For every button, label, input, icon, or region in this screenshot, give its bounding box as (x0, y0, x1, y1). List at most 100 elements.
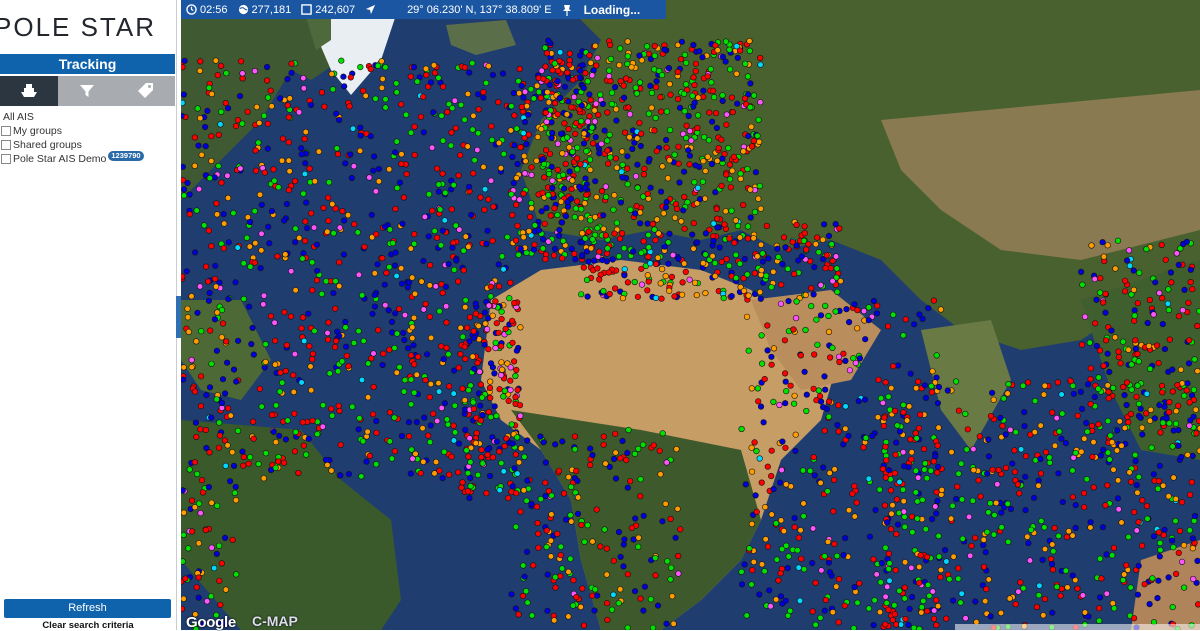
vessel-marker[interactable] (1186, 361, 1192, 367)
vessel-marker[interactable] (257, 386, 263, 392)
vessel-marker[interactable] (1109, 553, 1115, 559)
vessel-marker[interactable] (635, 446, 641, 452)
vessel-marker[interactable] (1176, 313, 1182, 319)
vessel-marker[interactable] (973, 599, 979, 605)
vessel-marker[interactable] (398, 266, 404, 272)
vessel-marker[interactable] (675, 506, 681, 512)
vessel-marker[interactable] (1001, 396, 1007, 402)
vessel-marker[interactable] (783, 445, 789, 451)
vessel-marker[interactable] (703, 168, 709, 174)
vessel-marker[interactable] (522, 574, 528, 580)
vessel-marker[interactable] (375, 63, 381, 69)
vessel-marker[interactable] (303, 200, 309, 206)
vessel-marker[interactable] (971, 446, 977, 452)
vessel-marker[interactable] (874, 311, 880, 317)
vessel-marker[interactable] (783, 543, 789, 549)
vessel-marker[interactable] (1025, 380, 1031, 386)
vessel-marker[interactable] (854, 326, 860, 332)
vessel-marker[interactable] (443, 304, 449, 310)
vessel-marker[interactable] (1173, 496, 1179, 502)
vessel-marker[interactable] (548, 554, 554, 560)
vessel-marker[interactable] (1097, 595, 1103, 601)
vessel-marker[interactable] (572, 131, 578, 137)
vessel-marker[interactable] (737, 235, 743, 241)
vessel-marker[interactable] (1179, 499, 1185, 505)
vessel-marker[interactable] (360, 439, 366, 445)
vessel-marker[interactable] (518, 325, 524, 331)
vessel-marker[interactable] (579, 230, 585, 236)
vessel-marker[interactable] (684, 123, 690, 129)
vessel-marker[interactable] (1157, 290, 1163, 296)
vessel-marker[interactable] (450, 105, 456, 111)
vessel-marker[interactable] (573, 256, 579, 262)
vessel-marker[interactable] (765, 323, 771, 329)
vessel-marker[interactable] (467, 475, 473, 481)
vessel-marker[interactable] (196, 595, 202, 601)
vessel-marker[interactable] (756, 196, 762, 202)
vessel-marker[interactable] (383, 65, 389, 71)
vessel-marker[interactable] (233, 280, 239, 286)
vessel-marker[interactable] (592, 119, 598, 125)
vessel-marker[interactable] (641, 239, 647, 245)
vessel-marker[interactable] (428, 381, 434, 387)
vessel-marker[interactable] (235, 245, 241, 251)
vessel-marker[interactable] (1047, 455, 1053, 461)
vessel-marker[interactable] (206, 484, 212, 490)
vessel-marker[interactable] (714, 216, 720, 222)
vessel-marker[interactable] (658, 281, 664, 287)
vessel-marker[interactable] (302, 238, 308, 244)
vessel-marker[interactable] (745, 74, 751, 80)
vessel-marker[interactable] (443, 190, 449, 196)
vessel-marker[interactable] (1040, 557, 1046, 563)
vessel-marker[interactable] (857, 581, 863, 587)
vessel-marker[interactable] (1064, 534, 1070, 540)
vessel-marker[interactable] (1132, 313, 1138, 319)
vessel-marker[interactable] (507, 295, 513, 301)
vessel-marker[interactable] (451, 391, 457, 397)
vessel-marker[interactable] (678, 527, 684, 533)
vessel-marker[interactable] (245, 109, 251, 115)
vessel-marker[interactable] (754, 448, 760, 454)
vessel-marker[interactable] (1080, 593, 1086, 599)
vessel-marker[interactable] (596, 151, 602, 157)
vessel-marker[interactable] (331, 230, 337, 236)
vessel-marker[interactable] (212, 263, 218, 269)
vessel-marker[interactable] (273, 403, 279, 409)
vessel-marker[interactable] (410, 456, 416, 462)
vessel-marker[interactable] (529, 172, 535, 178)
vessel-marker[interactable] (1195, 558, 1200, 564)
vessel-marker[interactable] (730, 109, 736, 115)
vessel-marker[interactable] (1144, 391, 1150, 397)
vessel-marker[interactable] (299, 326, 305, 332)
vessel-marker[interactable] (285, 103, 291, 109)
vessel-marker[interactable] (278, 370, 284, 376)
vessel-marker[interactable] (197, 68, 203, 74)
vessel-marker[interactable] (579, 522, 585, 528)
vessel-marker[interactable] (290, 372, 296, 378)
vessel-marker[interactable] (316, 149, 322, 155)
vessel-marker[interactable] (603, 184, 609, 190)
vessel-marker[interactable] (605, 617, 611, 623)
vessel-marker[interactable] (341, 84, 347, 90)
vessel-marker[interactable] (214, 397, 220, 403)
vessel-marker[interactable] (431, 110, 437, 116)
vessel-marker[interactable] (683, 82, 689, 88)
vessel-marker[interactable] (935, 443, 941, 449)
vessel-marker[interactable] (578, 118, 584, 124)
vessel-marker[interactable] (508, 378, 514, 384)
vessel-marker[interactable] (777, 402, 783, 408)
vessel-marker[interactable] (1086, 614, 1092, 620)
vessel-marker[interactable] (844, 306, 850, 312)
vessel-marker[interactable] (224, 70, 230, 76)
vessel-marker[interactable] (983, 549, 989, 555)
vessel-marker[interactable] (263, 450, 269, 456)
vessel-marker[interactable] (1010, 461, 1016, 467)
vessel-marker[interactable] (1078, 389, 1084, 395)
vessel-marker[interactable] (585, 119, 591, 125)
vessel-marker[interactable] (310, 351, 316, 357)
vessel-marker[interactable] (218, 109, 224, 115)
vessel-marker[interactable] (815, 342, 821, 348)
vessel-marker[interactable] (570, 149, 576, 155)
vessel-marker[interactable] (782, 371, 788, 377)
vessel-marker[interactable] (798, 556, 804, 562)
